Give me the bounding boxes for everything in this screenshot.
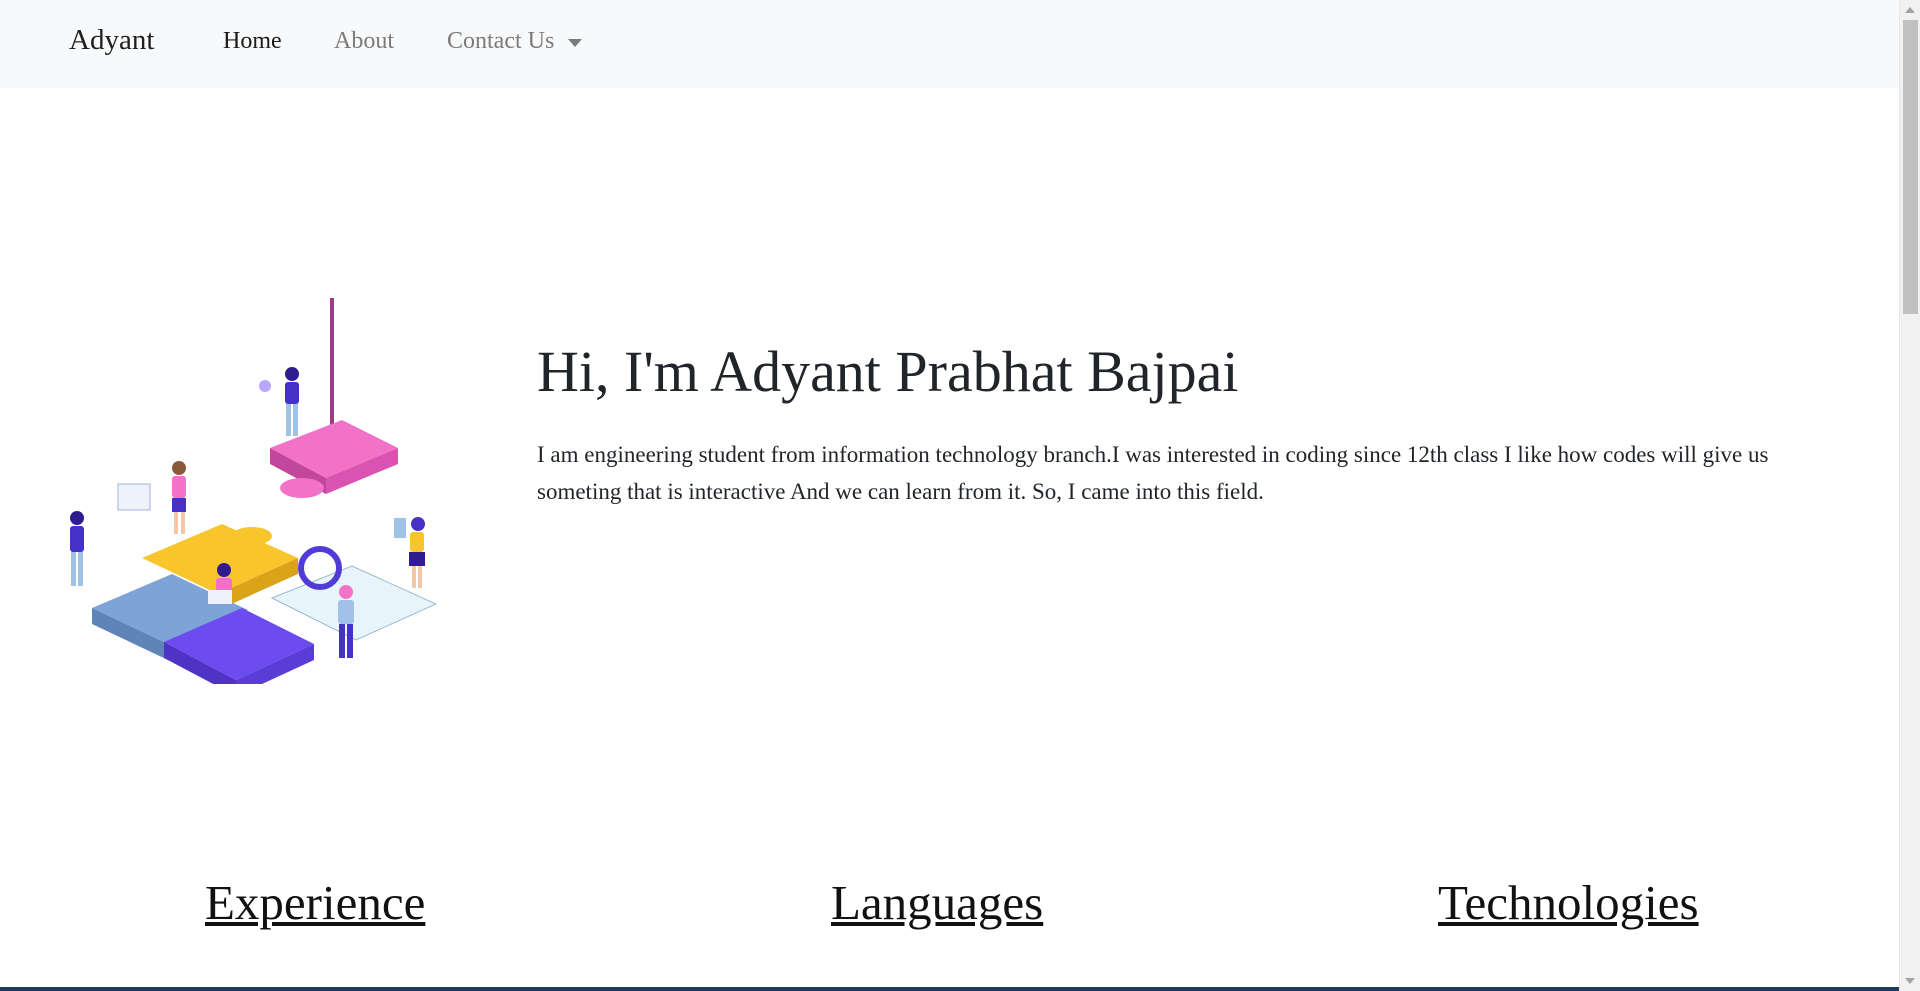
page: Adyant Home About Contact Us Hi, I'm Ady… xyxy=(0,0,1899,991)
experience-heading: Experience xyxy=(205,875,426,930)
scrollbar-thumb[interactable] xyxy=(1903,20,1918,314)
scroll-up-icon[interactable] xyxy=(1905,7,1915,13)
hero-title: Hi, I'm Adyant Prabhat Bajpai xyxy=(537,339,1239,404)
technologies-heading: Technologies xyxy=(1438,875,1699,930)
nav-home-link[interactable]: Home xyxy=(223,28,282,55)
hero-description: I am engineering student from informatio… xyxy=(537,442,1769,504)
nav-about-link[interactable]: About xyxy=(334,28,394,55)
brand-link[interactable]: Adyant xyxy=(69,24,154,57)
scroll-down-icon[interactable] xyxy=(1905,978,1915,984)
chevron-down-icon xyxy=(568,38,583,47)
navbar: Adyant Home About Contact Us xyxy=(0,0,1899,88)
vertical-scrollbar[interactable] xyxy=(1899,0,1920,991)
nav-contact-label: Contact Us xyxy=(447,28,555,54)
languages-heading: Languages xyxy=(831,875,1044,930)
hero-illustration xyxy=(70,298,436,684)
section-divider xyxy=(0,987,1899,991)
nav-contact-dropdown[interactable]: Contact Us xyxy=(447,28,583,55)
